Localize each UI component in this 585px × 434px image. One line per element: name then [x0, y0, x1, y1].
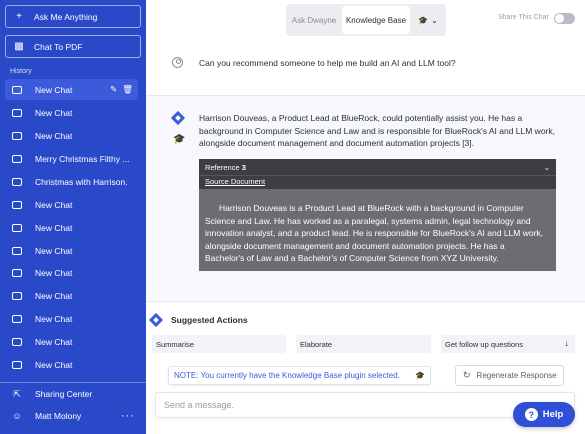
history-item-label: New Chat: [35, 199, 73, 210]
history-heading: History: [10, 68, 32, 75]
history-item-label: New Chat: [35, 107, 73, 118]
chat-bubble-icon: [12, 360, 22, 369]
suggestion-label: Summarise: [156, 339, 194, 349]
chat-bubble-icon: [12, 291, 22, 300]
share-chat-label: Share This Chat: [498, 14, 549, 21]
history-item[interactable]: New Chat: [5, 102, 138, 123]
history-item-label: Christmas with Harrison.: [35, 176, 128, 187]
reference-panel: Reference 3 ⌄ Source Document Harrison D…: [199, 159, 556, 271]
ask-me-anything-button[interactable]: + Ask Me Anything: [5, 5, 141, 28]
user-icon: ☺: [12, 411, 22, 421]
help-label: Help: [542, 409, 564, 420]
source-document-link[interactable]: Source Document: [199, 175, 556, 189]
history-item[interactable]: Christmas with Harrison.: [5, 171, 138, 192]
regenerate-response-button[interactable]: ↻ Regenerate Response: [455, 365, 564, 386]
plugin-dropdown[interactable]: 🎓 ⌄: [410, 15, 446, 26]
mode-ask-dwayne-tab[interactable]: Ask Dwayne: [286, 15, 342, 26]
history-item-label: New Chat: [35, 245, 73, 256]
chevron-down-icon: ⌄: [543, 162, 550, 172]
history-item-label: New Chat: [35, 290, 73, 301]
chat-bubble-icon: [12, 268, 22, 277]
history-item-label: New Chat: [35, 222, 73, 233]
history-item-label: New Chat: [35, 359, 73, 370]
reference-header[interactable]: Reference 3 ⌄: [199, 159, 556, 175]
history-item[interactable]: New Chat: [5, 194, 138, 215]
history-item-label: New Chat: [35, 130, 73, 141]
share-icon: ⇱: [13, 388, 21, 399]
plus-icon: +: [16, 11, 22, 22]
plugin-note-text: NOTE: You currently have the Knowledge B…: [174, 371, 400, 380]
chat-bubble-icon: [12, 108, 22, 117]
user-message: Can you recommend someone to help me bui…: [199, 58, 456, 68]
chat-bubble-icon: [12, 131, 22, 140]
history-item-label: New Chat: [35, 313, 73, 324]
history-item[interactable]: New Chat: [5, 125, 138, 146]
history-item[interactable]: New Chat: [5, 240, 138, 261]
sharing-center-label: Sharing Center: [35, 389, 93, 399]
chat-to-pdf-label: Chat To PDF: [34, 41, 83, 52]
chat-bubble-icon: [12, 223, 22, 232]
plugin-note: NOTE: You currently have the Knowledge B…: [168, 366, 431, 385]
history-item[interactable]: New Chat: [5, 217, 138, 238]
pdf-icon: ▩: [14, 41, 24, 52]
chat-bubble-icon: [12, 246, 22, 255]
ai-hat-icon: 🎓: [173, 134, 186, 145]
chevron-down-icon: ⌄: [431, 15, 438, 25]
chat-to-pdf-button[interactable]: ▩ Chat To PDF: [5, 35, 141, 58]
history-item[interactable]: New Chat: [5, 331, 138, 352]
mode-knowledge-base-label: Knowledge Base: [345, 15, 407, 25]
history-item-label: New Chat: [35, 84, 73, 95]
chat-bubble-icon: [12, 177, 22, 186]
chat-bubble-icon: [12, 154, 22, 163]
chat-bubble-icon: [12, 337, 22, 346]
user-profile-button[interactable]: ☺ Matt Molony ···: [5, 406, 141, 426]
history-item-label: Merry Christmas Filthy ...: [35, 153, 130, 164]
mode-knowledge-base-tab[interactable]: Knowledge Base: [342, 6, 410, 34]
arrow-down-icon: ↓: [564, 338, 570, 348]
sidebar-divider: [0, 382, 146, 383]
user-name: Matt Molony: [35, 411, 82, 421]
reference-body: Harrison Douveas is a Product Lead at Bl…: [205, 203, 544, 263]
history-item[interactable]: New Chat: [5, 285, 138, 306]
more-icon[interactable]: ···: [121, 410, 135, 422]
sidebar: + Ask Me Anything ▩ Chat To PDF History …: [0, 0, 146, 434]
edit-icon[interactable]: ✎: [110, 84, 117, 95]
history-item[interactable]: New Chat: [5, 262, 138, 283]
suggestion-summarise-button[interactable]: Summarise: [152, 335, 286, 353]
share-chat-toggle[interactable]: [554, 13, 575, 24]
suggestion-label: Elaborate: [300, 339, 333, 349]
suggestion-follow-up-button[interactable]: Get follow up questions ↓: [441, 335, 575, 353]
bot-message: Harrison Douveas, a Product Lead at Blue…: [199, 113, 555, 148]
sharing-center-button[interactable]: ⇱ Sharing Center: [5, 384, 141, 404]
help-button[interactable]: ? Help: [513, 402, 575, 427]
history-item-label: New Chat: [35, 336, 73, 347]
history-item[interactable]: New Chat: [5, 308, 138, 329]
help-icon: ?: [524, 408, 538, 421]
chat-bubble-icon: [12, 314, 22, 323]
reference-title: Reference 3: [205, 162, 246, 172]
chat-bubble-icon: [12, 200, 22, 209]
history-item-label: New Chat: [35, 267, 73, 278]
history-item[interactable]: New Chat ✎ 🗑: [5, 79, 138, 100]
user-avatar-icon: [172, 57, 183, 68]
history-item[interactable]: New Chat: [5, 354, 138, 375]
ai-hat-icon: 🎓: [415, 371, 425, 380]
refresh-icon: ↻: [463, 370, 471, 380]
trash-icon[interactable]: 🗑: [122, 84, 133, 95]
suggestion-label: Get follow up questions: [445, 339, 523, 349]
suggestion-elaborate-button[interactable]: Elaborate: [296, 335, 431, 353]
suggested-actions-title: Suggested Actions: [171, 315, 248, 325]
ai-hat-icon: 🎓: [418, 15, 429, 25]
section-divider: [146, 301, 585, 302]
message-input[interactable]: [155, 392, 575, 418]
history-item[interactable]: Merry Christmas Filthy ...: [5, 148, 138, 169]
mode-switcher: Ask Dwayne Knowledge Base 🎓 ⌄: [286, 4, 446, 36]
ask-me-anything-label: Ask Me Anything: [34, 11, 98, 22]
chat-bubble-icon: [12, 85, 22, 94]
diamond-logo-icon: [148, 312, 164, 328]
regenerate-label: Regenerate Response: [476, 371, 557, 380]
